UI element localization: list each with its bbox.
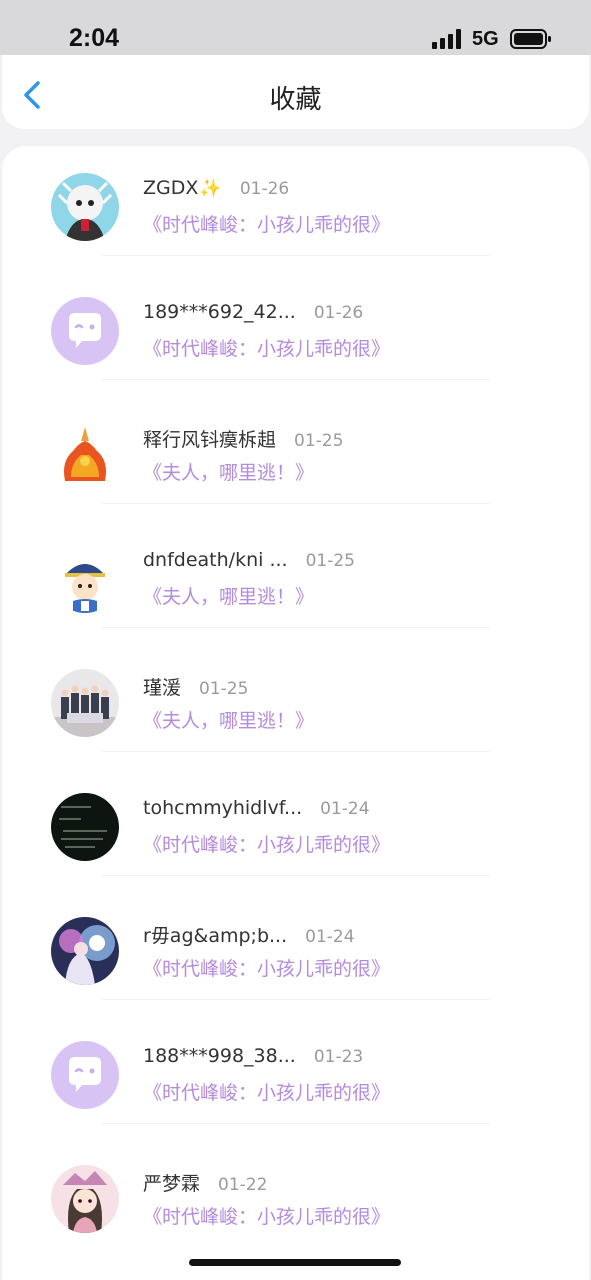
item-date: 01-24 bbox=[305, 927, 355, 947]
list-item[interactable]: 188***998_38... 01-23 《时代峰峻：小孩儿乖的很》 bbox=[2, 1014, 589, 1138]
item-date: 01-26 bbox=[313, 303, 364, 323]
user-avatar bbox=[51, 669, 119, 737]
list-item[interactable]: tohcmmyhidlvf... 01-24 《时代峰峻：小孩儿乖的很》 bbox=[2, 766, 589, 890]
avatar-image bbox=[51, 917, 119, 985]
user-avatar bbox=[51, 297, 119, 365]
list-item[interactable]: ZGDX ✨ 01-26 《时代峰峻：小孩儿乖的很》 bbox=[2, 146, 589, 270]
signal-icon bbox=[432, 29, 461, 49]
item-date: 01-25 bbox=[305, 551, 355, 571]
book-title[interactable]: 《夫人，哪里逃！》 bbox=[143, 458, 314, 485]
divider bbox=[102, 999, 490, 1000]
status-bar: 2:04 5G bbox=[0, 0, 591, 55]
username: 释行风钭瘼柝趄 bbox=[143, 429, 277, 451]
list-item[interactable]: r毋ag&amp;b... 01-24 《时代峰峻：小孩儿乖的很》 bbox=[2, 890, 589, 1014]
username: tohcmmyhidlvf... bbox=[143, 797, 303, 819]
divider bbox=[102, 1123, 490, 1124]
list-item[interactable]: 瑾湲 01-25 《夫人，哪里逃！》 bbox=[2, 642, 589, 766]
username: ZGDX bbox=[143, 177, 199, 199]
item-date: 01-22 bbox=[218, 1175, 268, 1195]
book-title[interactable]: 《时代峰峻：小孩儿乖的很》 bbox=[143, 1078, 390, 1105]
book-title[interactable]: 《时代峰峻：小孩儿乖的很》 bbox=[143, 334, 390, 361]
battery-icon bbox=[510, 29, 551, 49]
username: 188***998_38... bbox=[143, 1045, 296, 1067]
item-date: 01-26 bbox=[239, 179, 290, 199]
book-title[interactable]: 《时代峰峻：小孩儿乖的很》 bbox=[143, 830, 390, 857]
divider bbox=[102, 627, 490, 628]
username: 瑾湲 bbox=[143, 677, 182, 699]
item-date: 01-24 bbox=[320, 799, 370, 819]
favorites-list: ZGDX ✨ 01-26 《时代峰峻：小孩儿乖的很》 189***692_42.… bbox=[2, 146, 589, 1280]
list-item[interactable]: 释行风钭瘼柝趄 01-25 《夫人，哪里逃！》 bbox=[2, 394, 589, 518]
avatar-image bbox=[51, 545, 119, 613]
avatar-image bbox=[51, 669, 119, 737]
item-date: 01-23 bbox=[313, 1047, 364, 1067]
user-avatar bbox=[51, 793, 119, 861]
page-title: 收藏 bbox=[269, 85, 322, 115]
status-time: 2:04 bbox=[69, 24, 120, 52]
book-title[interactable]: 《夫人，哪里逃！》 bbox=[143, 706, 314, 733]
item-date: 01-25 bbox=[199, 679, 249, 699]
divider bbox=[102, 875, 490, 876]
avatar-image bbox=[51, 793, 119, 861]
username: 189***692_42... bbox=[143, 301, 296, 323]
book-title[interactable]: 《夫人，哪里逃！》 bbox=[143, 582, 314, 609]
user-avatar bbox=[51, 1165, 119, 1233]
nav-bar: 收藏 bbox=[2, 55, 589, 129]
book-title[interactable]: 《时代峰峻：小孩儿乖的很》 bbox=[143, 210, 390, 237]
username: dnfdeath/kni ... bbox=[143, 549, 288, 571]
divider bbox=[102, 379, 490, 380]
user-avatar bbox=[51, 917, 119, 985]
divider bbox=[102, 503, 490, 504]
user-avatar bbox=[51, 173, 119, 241]
avatar-image bbox=[51, 1165, 119, 1233]
item-date: 01-25 bbox=[294, 431, 344, 451]
list-item[interactable]: 严梦霖 01-22 《时代峰峻：小孩儿乖的很》 bbox=[2, 1138, 589, 1262]
avatar-image bbox=[51, 173, 119, 241]
sparkle-emoji: ✨ bbox=[199, 178, 222, 199]
username: 严梦霖 bbox=[143, 1173, 201, 1195]
book-title[interactable]: 《时代峰峻：小孩儿乖的很》 bbox=[143, 1202, 390, 1229]
book-title[interactable]: 《时代峰峻：小孩儿乖的很》 bbox=[143, 954, 390, 981]
list-item[interactable]: dnfdeath/kni ... 01-25 《夫人，哪里逃！》 bbox=[2, 518, 589, 642]
network-type: 5G bbox=[472, 28, 499, 50]
user-avatar bbox=[51, 1041, 119, 1109]
divider bbox=[102, 255, 490, 256]
divider bbox=[102, 751, 490, 752]
username: r毋ag&amp;b... bbox=[143, 925, 288, 947]
list-item[interactable]: 189***692_42... 01-26 《时代峰峻：小孩儿乖的很》 bbox=[2, 270, 589, 394]
default-avatar-icon bbox=[51, 297, 119, 365]
avatar-image bbox=[51, 421, 119, 489]
home-indicator bbox=[189, 1259, 401, 1266]
user-avatar bbox=[51, 421, 119, 489]
default-avatar-icon bbox=[51, 1041, 119, 1109]
user-avatar bbox=[51, 545, 119, 613]
